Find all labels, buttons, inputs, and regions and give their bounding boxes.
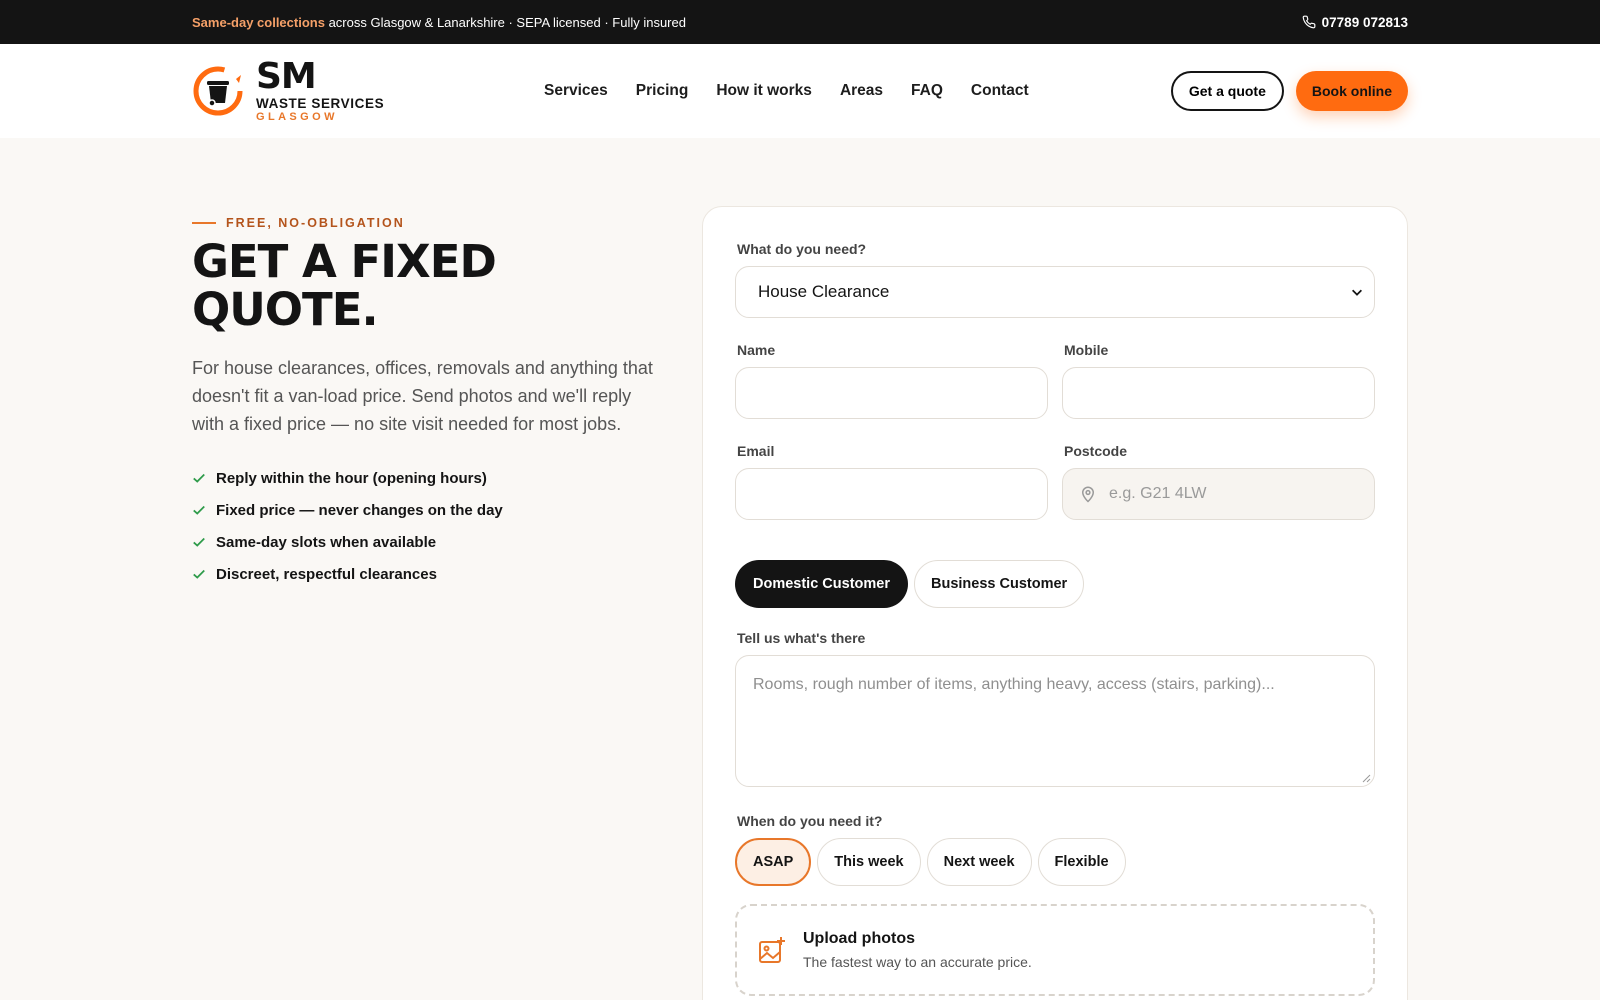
upload-title: Upload photos (803, 930, 915, 947)
phone-link[interactable]: 07789 072813 (1302, 15, 1408, 30)
email-label: Email (737, 443, 775, 459)
name-label: Name (737, 342, 776, 358)
benefit-text: Fixed price — never changes on the day (216, 501, 503, 519)
announcement-message: across Glasgow & Lanarkshire · SEPA lice… (324, 14, 686, 30)
postcode-placeholder: e.g. G21 4LW (1109, 485, 1207, 502)
email-postcode-row: Email Postcode e.g. G21 4LW (735, 443, 1375, 520)
wheelie-bin-logo-icon (193, 66, 243, 116)
location-pin-icon (1081, 486, 1095, 503)
timing-asap[interactable]: ASAP (735, 838, 812, 886)
details-textarea[interactable]: Rooms, rough number of items, anything h… (735, 655, 1375, 787)
upload-text: Upload photos The fastest way to an accu… (803, 930, 1032, 970)
timing-next-week[interactable]: Next week (926, 838, 1032, 886)
postcode-label: Postcode (1064, 443, 1128, 459)
mobile-input[interactable] (1062, 367, 1375, 419)
site-logo[interactable]: SM WASTE SERVICES GLASGOW (192, 55, 385, 124)
eyebrow-divider (192, 222, 216, 224)
service-select-value: House Clearance (758, 282, 890, 301)
resize-grip-icon[interactable] (1362, 774, 1371, 783)
service-label: What do you need? (737, 241, 867, 257)
title-line-1: GET A FIXED (192, 235, 497, 288)
quote-form-card: What do you need? House Clearance Name M… (702, 206, 1408, 1000)
list-item: Fixed price — never changes on the day (192, 494, 662, 526)
timing-flexible[interactable]: Flexible (1037, 838, 1126, 886)
logo-subtitle: WASTE SERVICES (256, 95, 385, 111)
nav-areas[interactable]: Areas (840, 82, 883, 100)
check-icon (193, 537, 205, 547)
header-actions: Get a quote Book online (1170, 71, 1408, 111)
list-item: Discreet, respectful clearances (192, 558, 662, 590)
photo-upload-zone[interactable]: Upload photos The fastest way to an accu… (735, 904, 1375, 996)
business-customer-option[interactable]: Business Customer (913, 560, 1085, 608)
timing-label: When do you need it? (737, 813, 883, 829)
benefit-text: Reply within the hour (opening hours) (216, 469, 487, 487)
name-mobile-row: Name Mobile (735, 342, 1375, 419)
list-item: Same-day slots when available (192, 526, 662, 558)
service-select[interactable]: House Clearance (735, 266, 1375, 318)
title-line-2: QUOTE. (192, 283, 379, 336)
customer-type-toggle: Domestic Customer Business Customer (735, 560, 1375, 608)
nav-services[interactable]: Services (544, 82, 608, 100)
nav-pricing[interactable]: Pricing (636, 82, 689, 100)
logo-title: SM (256, 55, 317, 97)
email-input[interactable] (735, 468, 1048, 520)
name-input[interactable] (735, 367, 1048, 419)
announcement-text: Same-day collections across Glasgow & La… (192, 15, 686, 30)
phone-number: 07789 072813 (1321, 14, 1408, 30)
nav-how-it-works[interactable]: How it works (716, 82, 812, 100)
get-quote-button[interactable]: Get a quote (1170, 71, 1284, 111)
page-main: FREE, NO-OBLIGATION GET A FIXED QUOTE. F… (0, 138, 1600, 1000)
hero-lead: For house clearances, offices, removals … (192, 358, 653, 434)
main-nav: Services Pricing How it works Areas FAQ … (544, 82, 1029, 100)
page-title: GET A FIXED QUOTE. (192, 238, 662, 334)
eyebrow-text: FREE, NO-OBLIGATION (226, 216, 405, 230)
hero-eyebrow: FREE, NO-OBLIGATION (192, 216, 662, 230)
chevron-down-icon (1352, 289, 1362, 296)
image-add-icon (759, 937, 785, 963)
top-announcement-bar: Same-day collections across Glasgow & La… (0, 0, 1600, 44)
details-label: Tell us what's there (737, 630, 866, 646)
site-header: SM WASTE SERVICES GLASGOW Services Prici… (0, 44, 1600, 138)
phone-icon (1302, 15, 1316, 29)
hero-section: FREE, NO-OBLIGATION GET A FIXED QUOTE. F… (192, 216, 662, 590)
postcode-input[interactable]: e.g. G21 4LW (1062, 468, 1375, 520)
check-icon (193, 505, 205, 515)
nav-contact[interactable]: Contact (971, 82, 1029, 100)
announcement-highlight: Same-day collections (192, 14, 325, 30)
upload-subtitle: The fastest way to an accurate price. (803, 954, 1032, 970)
check-icon (193, 473, 205, 483)
benefit-text: Discreet, respectful clearances (216, 565, 437, 583)
timing-options: ASAP This week Next week Flexible (735, 838, 1375, 886)
benefit-text: Same-day slots when available (216, 533, 437, 551)
mobile-label: Mobile (1064, 342, 1109, 358)
details-placeholder: Rooms, rough number of items, anything h… (753, 676, 1275, 693)
nav-faq[interactable]: FAQ (911, 82, 943, 100)
logo-location: GLASGOW (256, 111, 338, 124)
check-icon (193, 569, 205, 579)
benefits-list: Reply within the hour (opening hours) Fi… (192, 462, 662, 590)
book-online-button[interactable]: Book online (1295, 71, 1408, 111)
timing-this-week[interactable]: This week (817, 838, 921, 886)
list-item: Reply within the hour (opening hours) (192, 462, 662, 494)
domestic-customer-option[interactable]: Domestic Customer (735, 560, 908, 608)
